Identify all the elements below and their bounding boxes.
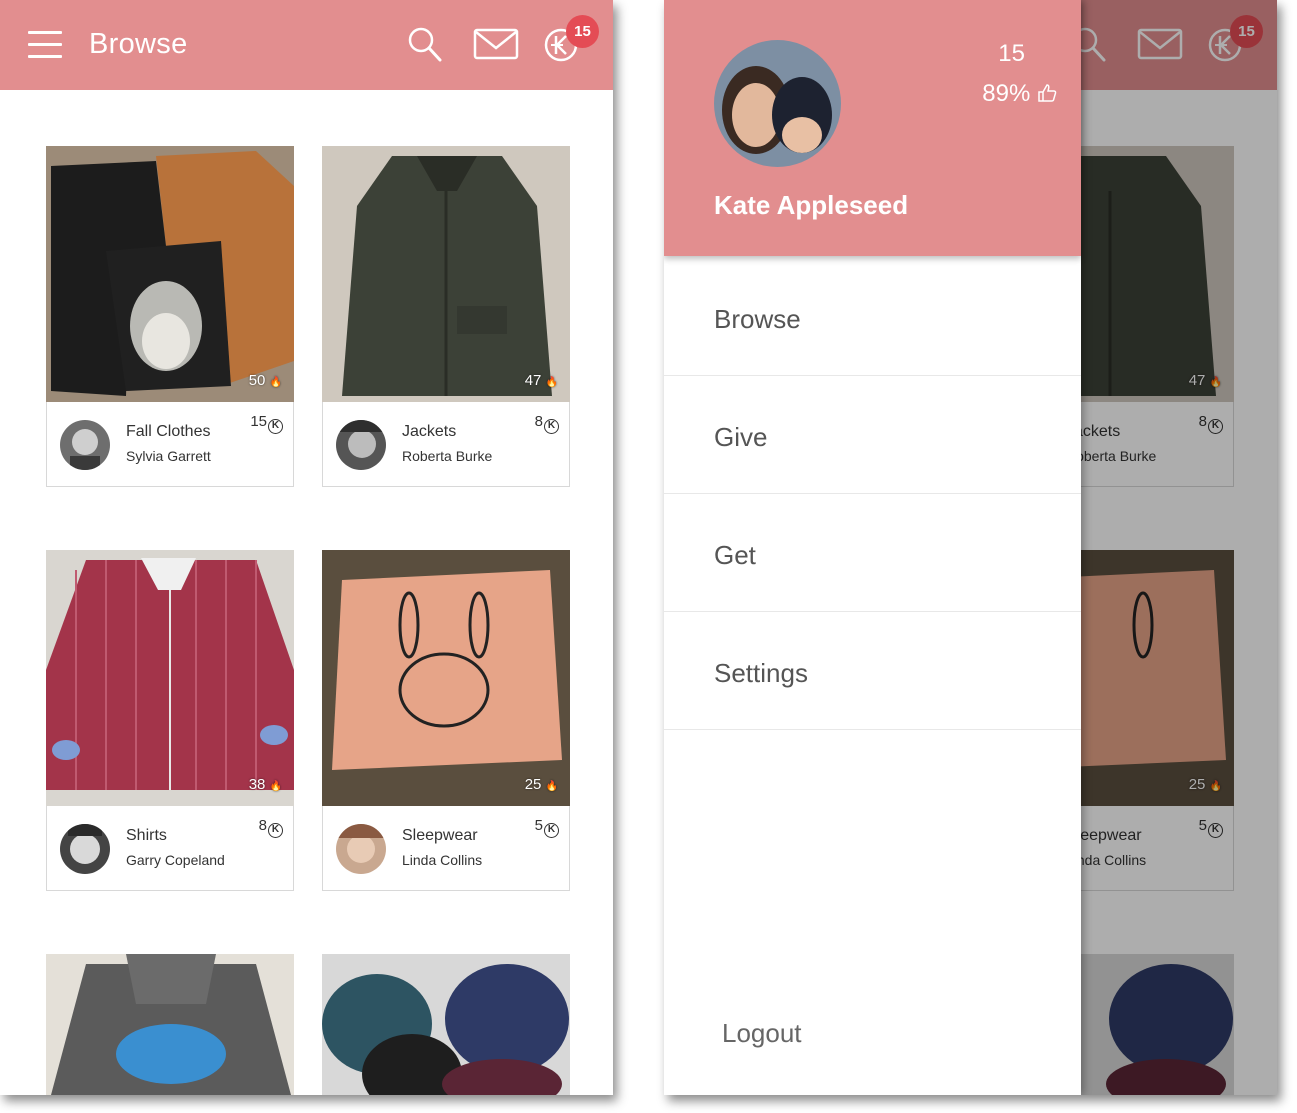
likes-count: 50 🔥 [248, 372, 282, 389]
listing-photo[interactable]: 47 🔥 [322, 146, 570, 402]
logout-button[interactable]: Logout [722, 1018, 802, 1049]
listing-grid: 50 🔥 Fall Clothes Sylvia Garrett 15 K 47… [0, 90, 613, 1095]
listing-price: 8K [259, 817, 283, 838]
listing-owner: Sylvia Garrett [126, 448, 211, 464]
menu-item-get[interactable]: Get [664, 494, 1081, 612]
menu-item-browse[interactable]: Browse [664, 258, 1081, 376]
listing-info: Fall Clothes Sylvia Garrett 15 K [46, 402, 294, 487]
thumbs-up-icon [1038, 84, 1057, 102]
avatar [60, 824, 110, 874]
listing-title: Sleepwear [402, 827, 478, 844]
coin-icon: K [268, 419, 283, 434]
menu-screen: 15 47 🔥 Jackets Roberta Burke 8K 25 🔥 Sl… [664, 0, 1277, 1095]
menu-item-label: Give [714, 422, 768, 452]
avatar [336, 824, 386, 874]
listing-photo[interactable] [46, 954, 294, 1095]
likes-count: 47 🔥 [524, 372, 558, 389]
menu-item-label: Browse [714, 304, 801, 334]
menu-item-label: Get [714, 540, 756, 570]
listing-photo[interactable]: 50 🔥 [46, 146, 294, 402]
page-title: Browse [89, 28, 188, 60]
listing-info: Jackets Roberta Burke 8K [322, 402, 570, 487]
listing-photo[interactable] [322, 954, 570, 1095]
app-bar: Browse 15 [0, 0, 613, 90]
likes-count: 25 🔥 [524, 776, 558, 793]
coin-icon: K [544, 823, 559, 838]
listing-title: Jackets [402, 423, 457, 440]
browse-screen: Browse 15 50 🔥 Fall Clothes Sylvia Garre… [0, 0, 613, 1095]
listing-price: 15 K [250, 413, 283, 434]
drawer-header: 15 89% Kate Appleseed [664, 0, 1081, 256]
listing-price: 8K [535, 413, 559, 434]
listing-info: Sleepwear Linda Collins 5K [322, 806, 570, 891]
profile-avatar[interactable] [714, 40, 841, 167]
listing-title: Fall Clothes [126, 423, 211, 440]
listing-price: 5K [535, 817, 559, 838]
coin-icon: K [268, 823, 283, 838]
listing-owner: Garry Copeland [126, 852, 225, 868]
profile-name: Kate Appleseed [714, 190, 909, 220]
listing-info: Shirts Garry Copeland 8K [46, 806, 294, 891]
avatar [60, 420, 110, 470]
profile-rating: 89% [982, 80, 1057, 108]
flame-icon: 🔥 [269, 781, 282, 792]
listing-title: Shirts [126, 827, 167, 844]
coin-icon: K [544, 419, 559, 434]
search-icon[interactable] [407, 24, 443, 64]
hamburger-menu-icon[interactable] [28, 31, 62, 59]
flame-icon: 🔥 [545, 377, 558, 388]
menu-item-give[interactable]: Give [664, 376, 1081, 494]
flame-icon: 🔥 [269, 377, 282, 388]
menu-item-label: Settings [714, 658, 808, 688]
avatar [336, 420, 386, 470]
mail-icon[interactable] [473, 24, 519, 64]
flame-icon: 🔥 [545, 781, 558, 792]
coin-count-badge: 15 [566, 15, 599, 48]
navigation-drawer: 15 89% Kate Appleseed Browse Give Get Se… [664, 0, 1081, 1095]
listing-owner: Roberta Burke [402, 448, 493, 464]
listing-photo[interactable]: 38 🔥 [46, 550, 294, 806]
listing-photo[interactable]: 25 🔥 [322, 550, 570, 806]
profile-coin-count: 15 [998, 40, 1025, 67]
menu-item-settings[interactable]: Settings [664, 612, 1081, 730]
listing-owner: Linda Collins [402, 852, 483, 868]
likes-count: 38 🔥 [248, 776, 282, 793]
